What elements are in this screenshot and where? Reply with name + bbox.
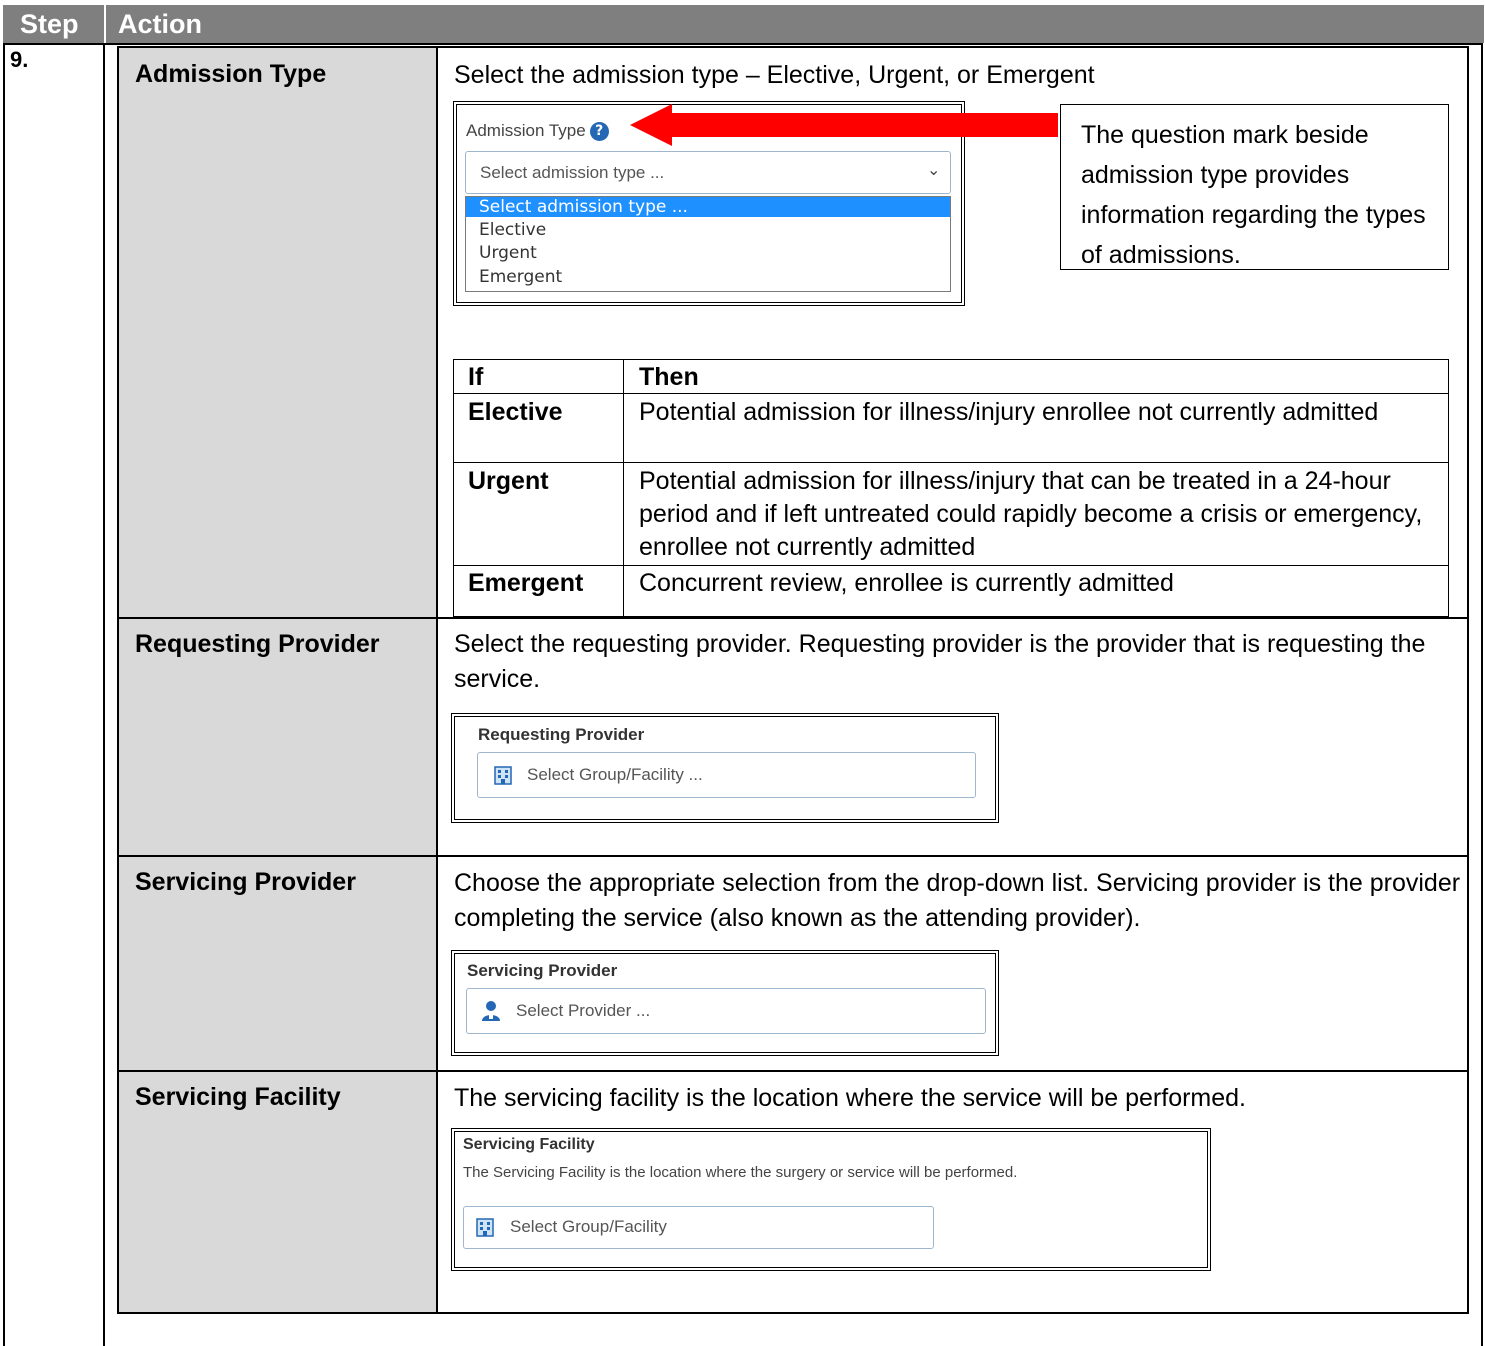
if-then-header-divider (453, 393, 1449, 394)
servicing-provider-placeholder: Select Provider ... (516, 1001, 651, 1020)
then-cell-emergent: Concurrent review, enrollee is currently… (639, 569, 1174, 597)
inner-bottom-border (117, 1312, 1469, 1314)
requesting-provider-placeholder: Select Group/Facility ... (527, 765, 703, 784)
option-emergent[interactable]: Emergent (479, 267, 562, 287)
help-question-icon[interactable]: ? (589, 122, 609, 142)
servicing-provider-field-label: Servicing Provider (467, 961, 618, 980)
step-number: 9. (10, 47, 29, 72)
label-cell-admission (118, 47, 436, 618)
admission-type-description: Select the admission type – Elective, Ur… (454, 61, 1095, 89)
if-cell-urgent: Urgent (468, 467, 549, 495)
header-bottom-border (3, 43, 1483, 45)
building-icon (494, 766, 512, 785)
provider-person-icon (482, 1001, 500, 1021)
row-divider-1 (117, 617, 1469, 619)
outer-right-border (1481, 43, 1483, 1346)
servicing-provider-description: Choose the appropriate selection from th… (454, 869, 1461, 932)
if-cell-emergent: Emergent (468, 569, 584, 597)
then-cell-urgent: Potential admission for illness/injury t… (639, 467, 1423, 561)
admission-type-select-value: Select admission type ... (480, 163, 665, 182)
inner-column-divider (436, 46, 438, 1314)
admission-type-field-label: Admission Type? (466, 121, 609, 142)
building-icon (476, 1218, 494, 1237)
servicing-facility-description: The servicing facility is the location w… (454, 1084, 1247, 1112)
servicing-facility-field-label: Servicing Facility (463, 1136, 595, 1153)
row-divider-3 (117, 1070, 1469, 1072)
header-action: Action (106, 5, 1484, 43)
header-step: Step (3, 5, 104, 43)
option-select-admission-type[interactable]: Select admission type ... (479, 197, 688, 217)
help-callout: The question mark beside admission type … (1060, 104, 1449, 270)
row-label-admission-type: Admission Type (135, 60, 327, 88)
servicing-facility-help-text: The Servicing Facility is the location w… (463, 1164, 1018, 1181)
requesting-provider-description: Select the requesting provider. Requesti… (454, 630, 1426, 693)
if-then-row-divider-2 (453, 565, 1449, 566)
step-column-divider (103, 43, 105, 1346)
red-arrow-icon (630, 104, 1058, 146)
inner-top-border (117, 46, 1469, 48)
row-label-servicing-facility: Servicing Facility (135, 1083, 341, 1111)
inner-left-border (117, 46, 119, 1314)
if-cell-elective: Elective (468, 398, 563, 426)
if-then-col-divider (623, 359, 624, 617)
outer-left-border (3, 43, 5, 1346)
option-urgent[interactable]: Urgent (479, 243, 537, 263)
row-divider-2 (117, 855, 1469, 857)
servicing-facility-placeholder: Select Group/Facility (510, 1217, 667, 1236)
if-then-header-if: If (468, 363, 484, 391)
if-then-header-then: Then (639, 363, 699, 391)
chevron-down-icon[interactable]: ⌄ (927, 160, 940, 180)
requesting-provider-field-label: Requesting Provider (478, 725, 645, 744)
option-elective[interactable]: Elective (479, 220, 546, 240)
inner-right-border (1467, 46, 1469, 1314)
row-label-requesting-provider: Requesting Provider (135, 630, 380, 658)
row-label-servicing-provider: Servicing Provider (135, 868, 356, 896)
if-then-row-divider-1 (453, 462, 1449, 463)
then-cell-elective: Potential admission for illness/injury e… (639, 398, 1379, 426)
